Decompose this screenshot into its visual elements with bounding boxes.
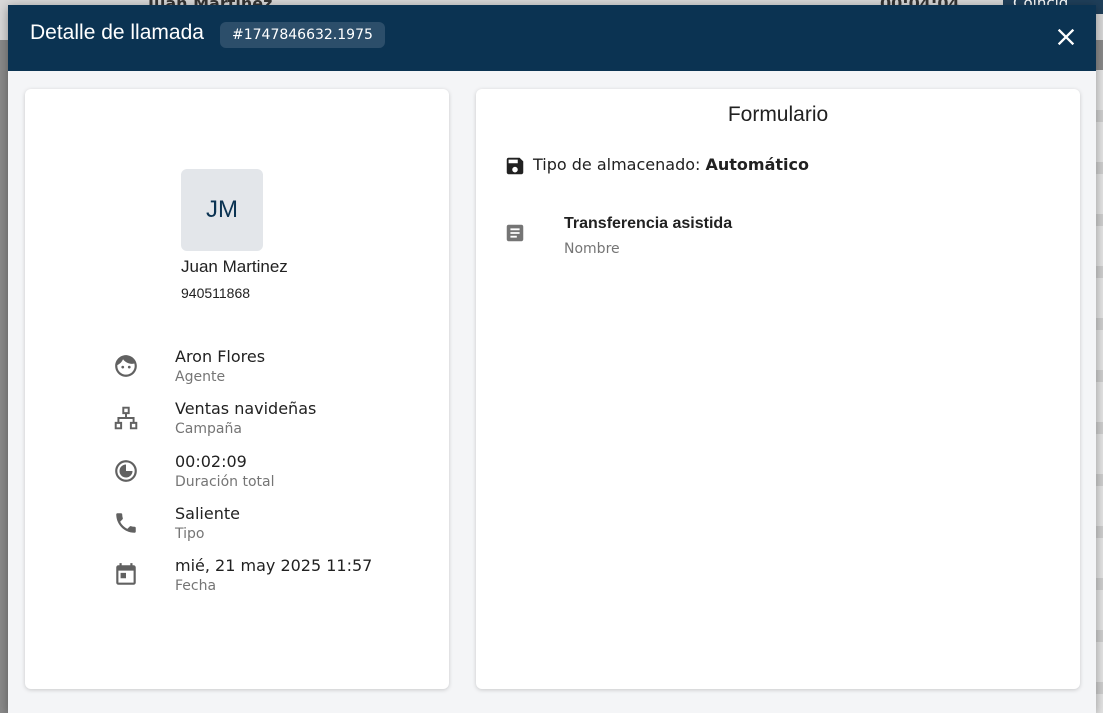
dialog-title: Detalle de llamada [30,21,204,44]
contact-name: Juan Martinez [181,257,288,276]
background-list-edge [1096,70,1103,713]
text-field-icon [506,224,524,242]
date-label: Fecha [175,578,217,594]
call-type-label: Tipo [175,526,205,542]
campaign-label: Campaña [175,421,242,437]
detail-row-type: Saliente Tipo [113,504,433,548]
campaign-icon [114,406,138,430]
detail-row-date: mié, 21 may 2025 11:57 Fecha [113,556,433,600]
date-value: mié, 21 may 2025 11:57 [175,556,373,575]
agent-label: Agente [175,369,226,385]
form-field-value: Transferencia asistida [564,215,733,232]
contact-card: JM Juan Martinez 940511868 Aron Flores A… [25,89,449,689]
detail-row-duration: 00:02:09 Duración total [113,452,433,496]
call-id-chip: #1747846632.1975 [220,22,385,48]
campaign-name: Ventas navideñas [175,399,317,418]
duration-label: Duración total [175,474,275,490]
save-icon [506,157,524,175]
phone-icon [116,513,136,533]
dialog-header: Detalle de llamada #1747846632.1975 [8,5,1096,71]
duration-icon [115,460,137,482]
call-type-value: Saliente [175,504,240,523]
storage-type-value: Automático [705,155,810,174]
storage-type-label: Tipo de almacenado: [533,155,706,174]
form-title: Formulario [727,103,829,126]
call-detail-dialog: Detalle de llamada #1747846632.1975 JM J… [8,5,1096,713]
calendar-icon [116,563,136,585]
agent-icon [115,355,137,377]
close-button[interactable] [1052,23,1080,51]
contact-phone: 940511868 [181,285,251,301]
form-card: Formulario Tipo de almacenado: Automátic… [476,89,1080,689]
avatar: JM [181,169,263,251]
close-icon [1057,28,1075,46]
form-field-label: Nombre [564,241,620,257]
duration-value: 00:02:09 [175,452,247,471]
form-field-row: Transferencia asistida Nombre [504,215,1044,265]
agent-name: Aron Flores [175,347,266,366]
detail-row-campaign: Ventas navideñas Campaña [113,399,433,443]
detail-row-agent: Aron Flores Agente [113,347,433,391]
